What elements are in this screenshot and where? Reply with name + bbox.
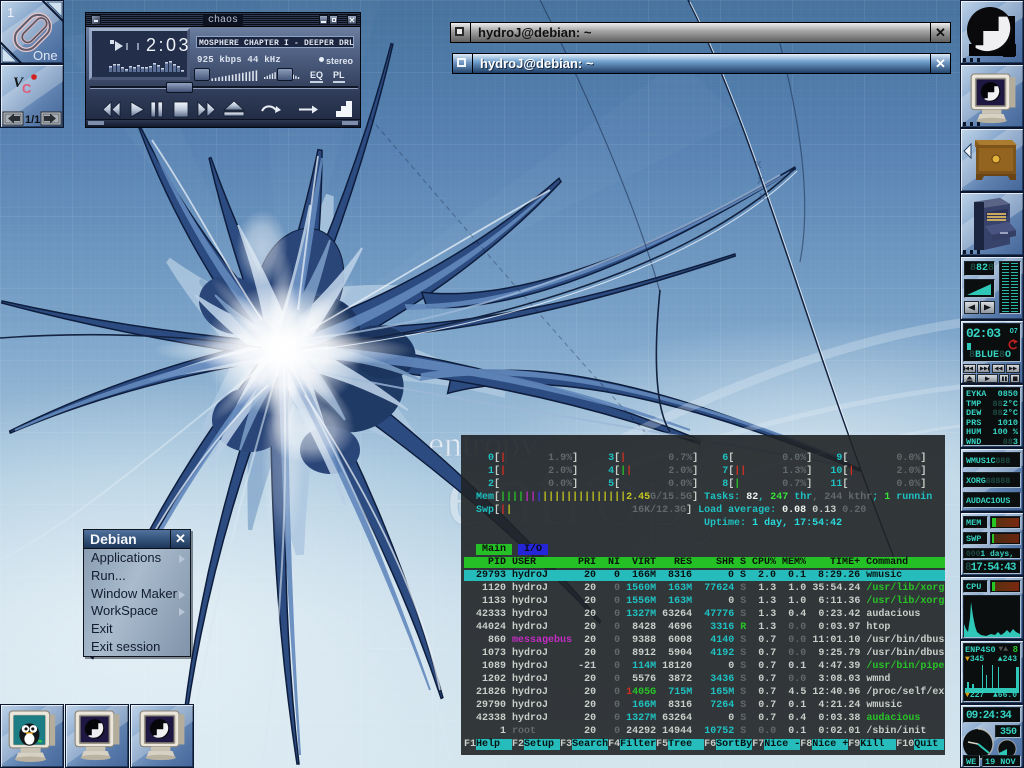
svg-text:1/1: 1/1 xyxy=(25,114,40,126)
svg-text:x: x xyxy=(755,156,762,171)
svg-text:C: C xyxy=(22,81,32,96)
svg-text:One: One xyxy=(33,48,58,63)
svg-text:1: 1 xyxy=(7,5,14,20)
svg-text:x: x xyxy=(757,172,764,187)
svg-text:x: x xyxy=(759,188,766,203)
